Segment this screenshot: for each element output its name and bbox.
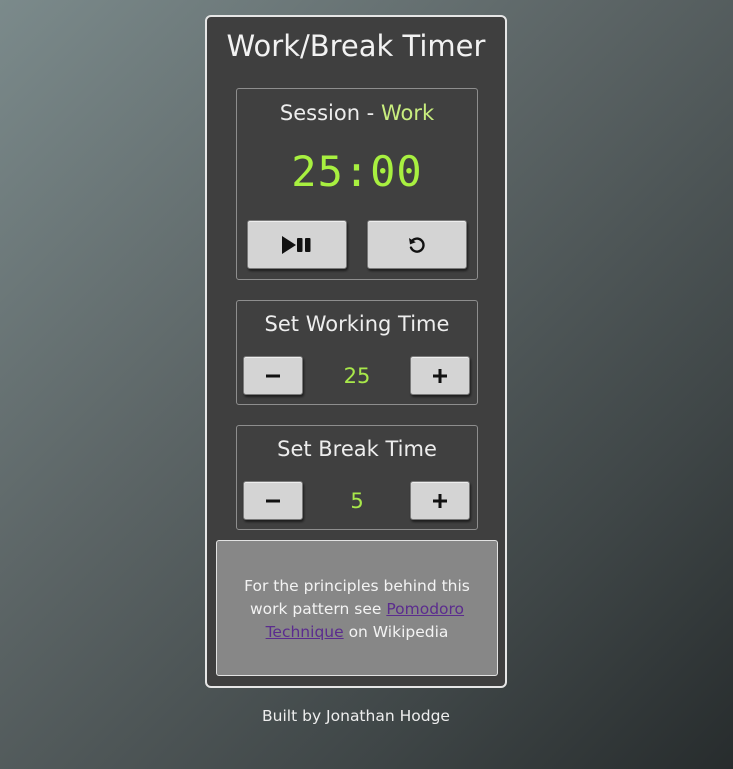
work-time-title: Set Working Time	[264, 312, 450, 336]
minus-icon	[264, 492, 282, 510]
play-pause-icon	[281, 235, 313, 255]
timer-display: 25:00	[291, 147, 423, 196]
break-time-panel: Set Break Time 5	[236, 425, 478, 530]
info-text: For the principles behind this work patt…	[237, 575, 477, 644]
session-heading: Session - Work	[237, 101, 477, 125]
info-text-after: on Wikipedia	[343, 623, 449, 641]
break-time-value: 5	[350, 489, 364, 513]
break-time-title: Set Break Time	[277, 437, 437, 461]
app-title: Work/Break Timer	[226, 29, 486, 63]
work-time-panel: Set Working Time 25	[236, 300, 478, 405]
footer-credit: Built by Jonathan Hodge	[262, 707, 450, 725]
session-mode: Work	[380, 101, 435, 125]
plus-icon	[431, 492, 449, 510]
reset-icon	[407, 235, 427, 255]
info-box: For the principles behind this work patt…	[216, 540, 498, 676]
work-time-value: 25	[343, 364, 371, 388]
play-pause-button[interactable]	[247, 220, 347, 269]
timer-app: Work/Break Timer Session - Work 25:00 Se…	[205, 15, 507, 688]
session-panel: Session - Work 25:00	[236, 88, 478, 280]
work-time-decrement-button[interactable]	[243, 356, 303, 395]
minus-icon	[264, 367, 282, 385]
reset-button[interactable]	[367, 220, 467, 269]
plus-icon	[431, 367, 449, 385]
session-label: Session -	[279, 101, 381, 125]
break-time-increment-button[interactable]	[410, 481, 470, 520]
work-time-increment-button[interactable]	[410, 356, 470, 395]
break-time-decrement-button[interactable]	[243, 481, 303, 520]
